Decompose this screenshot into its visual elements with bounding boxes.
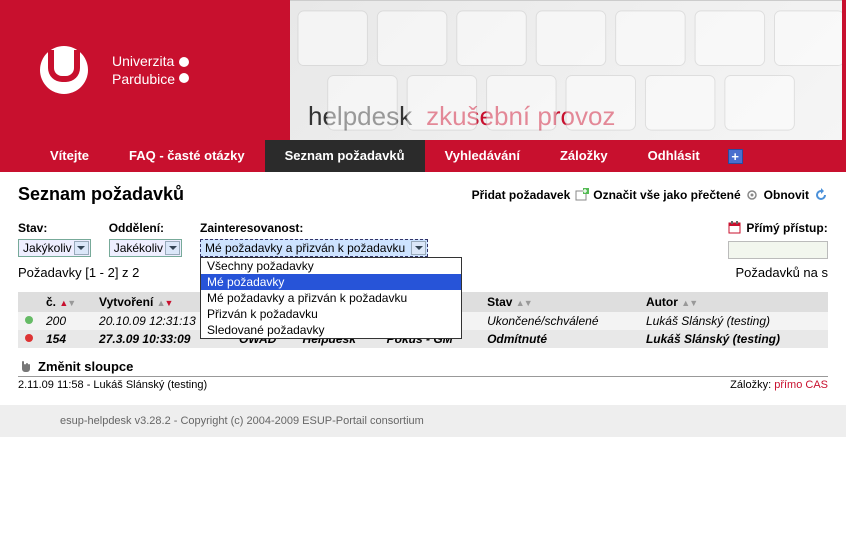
bookmarks-link[interactable]: přímo CAS xyxy=(774,379,828,391)
filter-involvement-select[interactable]: Mé požadavky a přizván k požadavku xyxy=(200,239,428,257)
filter-dept-value: Jakékoliv xyxy=(114,241,163,255)
hand-icon xyxy=(18,358,34,374)
change-columns-label: Změnit sloupce xyxy=(38,359,133,374)
calendar-icon xyxy=(728,221,741,237)
cell-author: Lukáš Slánský (testing) xyxy=(640,312,828,330)
footer-meta: 2.11.09 11:58 - Lukáš Slánský (testing) … xyxy=(18,376,828,393)
filter-state-label: Stav: xyxy=(18,221,91,235)
copyright: esup-helpdesk v3.28.2 - Copyright (c) 20… xyxy=(0,405,846,437)
direct-access-label: Přímý přístup: xyxy=(746,221,827,235)
main-nav: Vítejte FAQ - časté otázky Seznam požada… xyxy=(0,140,846,172)
page-title: Seznam požadavků xyxy=(18,184,184,205)
filter-dept: Oddělení: Jakékoliv xyxy=(109,221,182,257)
brand-text: Univerzita Pardubice xyxy=(112,52,175,88)
banner: helpdesk zkušební provoz xyxy=(290,0,842,140)
direct-access: Přímý přístup: xyxy=(728,221,828,259)
col-state[interactable]: Stav ▲▼ xyxy=(481,292,640,312)
col-num[interactable]: č. ▲▼ xyxy=(40,292,93,312)
cell-state: Ukončené/schválené xyxy=(481,312,640,330)
mark-read-icon[interactable] xyxy=(745,187,760,202)
nav-welcome[interactable]: Vítejte xyxy=(30,140,109,172)
filter-state: Stav: Jakýkoliv xyxy=(18,221,91,257)
involvement-option[interactable]: Všechny požadavky xyxy=(201,258,461,274)
nav-faq[interactable]: FAQ - časté otázky xyxy=(109,140,265,172)
filter-bar: Stav: Jakýkoliv Oddělení: Jakékoliv Zain… xyxy=(18,221,828,259)
chevron-down-icon xyxy=(165,241,180,255)
filter-involvement-value: Mé požadavky a přizván k požadavku xyxy=(205,241,405,255)
involvement-option[interactable]: Přizván k požadavku xyxy=(201,306,461,322)
refresh-link[interactable]: Obnovit xyxy=(764,188,809,202)
bullet-red-icon xyxy=(24,332,34,346)
filter-dept-label: Oddělení: xyxy=(109,221,182,235)
cell-num: 200 xyxy=(40,312,93,330)
mark-read-link[interactable]: Označit vše jako přečtené xyxy=(593,188,740,202)
result-count: Požadavky [1 - 2] z 2 xyxy=(18,265,139,280)
brand-line1: Univerzita xyxy=(112,52,175,70)
footer-timestamp: 2.11.09 11:58 - Lukáš Slánský (testing) xyxy=(18,379,207,391)
header: Univerzita Pardubice helpdesk zkušební p… xyxy=(0,0,846,140)
chevron-down-icon xyxy=(74,241,89,255)
content: Seznam požadavků Přidat požadavek Označi… xyxy=(0,172,846,399)
page-size-label: Požadavků na s xyxy=(735,265,828,280)
nav-tickets[interactable]: Seznam požadavků xyxy=(265,140,425,172)
bookmarks-label: Záložky: xyxy=(730,379,771,391)
filter-state-select[interactable]: Jakýkoliv xyxy=(18,239,91,257)
add-ticket-icon[interactable] xyxy=(574,187,589,202)
nav-bookmarks[interactable]: Záložky xyxy=(540,140,628,172)
logo-icon xyxy=(40,46,88,94)
nav-logout[interactable]: Odhlásit xyxy=(628,140,720,172)
involvement-dropdown: Všechny požadavky Mé požadavky Mé požada… xyxy=(200,257,462,339)
filter-dept-select[interactable]: Jakékoliv xyxy=(109,239,182,257)
cell-num: 154 xyxy=(40,330,93,348)
direct-access-input[interactable] xyxy=(728,241,828,259)
involvement-option[interactable]: Mé požadavky xyxy=(201,274,461,290)
filter-involvement-label: Zainteresovanost: xyxy=(200,221,428,235)
nav-add-icon[interactable]: + xyxy=(728,149,743,164)
bullet-green-icon xyxy=(24,314,34,328)
involvement-option[interactable]: Sledované požadavky xyxy=(201,322,461,338)
keyboard-bg-icon xyxy=(290,1,842,140)
refresh-icon[interactable] xyxy=(813,187,828,202)
involvement-option[interactable]: Mé požadavky a přizván k požadavku xyxy=(201,290,461,306)
filter-involvement: Zainteresovanost: Mé požadavky a přizván… xyxy=(200,221,428,257)
cell-state: Odmítnuté xyxy=(481,330,640,348)
page-actions: Přidat požadavek Označit vše jako přečte… xyxy=(472,187,828,202)
change-columns-link[interactable]: Změnit sloupce xyxy=(18,358,828,374)
cell-author: Lukáš Slánský (testing) xyxy=(640,330,828,348)
brand-line2: Pardubice xyxy=(112,70,175,88)
nav-search[interactable]: Vyhledávání xyxy=(425,140,540,172)
chevron-down-icon xyxy=(411,241,426,255)
add-ticket-link[interactable]: Přidat požadavek xyxy=(472,188,571,202)
brand-area: Univerzita Pardubice xyxy=(0,0,290,140)
col-author[interactable]: Autor ▲▼ xyxy=(640,292,828,312)
filter-state-value: Jakýkoliv xyxy=(23,241,72,255)
